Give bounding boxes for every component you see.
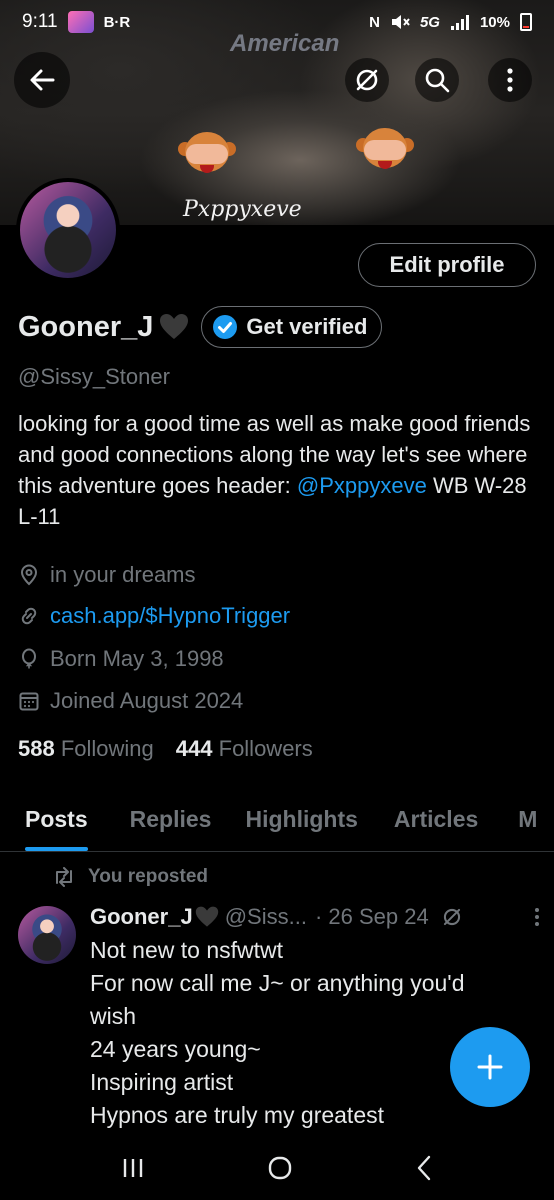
post-author-avatar[interactable] bbox=[18, 906, 76, 964]
profile-handle: @Sissy_Stoner bbox=[18, 364, 170, 389]
home-button[interactable] bbox=[267, 1155, 293, 1181]
get-verified-label: Get verified bbox=[246, 314, 368, 339]
following-link[interactable]: 588 Following bbox=[18, 736, 154, 762]
search-icon bbox=[425, 68, 450, 93]
repost-icon bbox=[56, 867, 72, 887]
profile-avatar[interactable] bbox=[16, 178, 120, 282]
black-heart-icon bbox=[195, 906, 218, 927]
location-pin-icon bbox=[20, 564, 38, 586]
post-line: wish bbox=[90, 1003, 137, 1029]
plus-icon bbox=[477, 1054, 503, 1080]
post-line: Hypnos are truly my greatest bbox=[90, 1102, 385, 1128]
post-text[interactable]: Not new to nsfwtwt For now call me J~ or… bbox=[90, 934, 530, 1132]
repost-indicator: You reposted bbox=[52, 866, 208, 888]
recent-apps-button[interactable] bbox=[121, 1157, 145, 1179]
website-link[interactable]: cash.app/$HypnoTrigger bbox=[50, 603, 290, 629]
compose-post-button[interactable] bbox=[450, 1027, 530, 1107]
post-header: Gooner_J @Siss... · 26 Sep 24 bbox=[90, 904, 540, 930]
search-button[interactable] bbox=[415, 58, 459, 102]
black-heart-icon bbox=[160, 314, 189, 339]
birthday-text: Born May 3, 1998 bbox=[50, 646, 224, 671]
status-bar: 9:11 B·R N 5G 10% bbox=[0, 0, 554, 44]
repost-label: You reposted bbox=[88, 866, 208, 887]
tab-articles[interactable]: Articles bbox=[394, 796, 478, 851]
battery-icon bbox=[520, 13, 532, 31]
verified-badge-icon bbox=[213, 315, 238, 339]
app-notification-icon bbox=[67, 11, 94, 33]
balloon-icon bbox=[22, 648, 36, 669]
grok-icon[interactable] bbox=[441, 906, 463, 928]
post-author-handle[interactable]: @Siss... bbox=[225, 904, 307, 930]
post-line: Not new to nsfwtwt bbox=[90, 937, 284, 963]
arrow-left-icon bbox=[30, 69, 55, 91]
see-no-evil-monkey-icon bbox=[178, 128, 236, 182]
profile-bio: looking for a good time as well as make … bbox=[18, 408, 538, 532]
following-count: 588 bbox=[18, 736, 55, 761]
location-text: in your dreams bbox=[50, 562, 196, 587]
grok-icon bbox=[356, 69, 378, 91]
bio-mention-link[interactable]: @Pxppyxeve bbox=[297, 473, 427, 498]
profile-birthday: Born May 3, 1998 bbox=[18, 646, 224, 672]
joined-text: Joined August 2024 bbox=[50, 688, 244, 713]
status-time: 9:11 bbox=[22, 11, 58, 32]
followers-link[interactable]: 444 Followers bbox=[176, 736, 313, 762]
get-verified-button[interactable]: Get verified bbox=[201, 306, 383, 348]
battery-percent: 10% bbox=[479, 13, 510, 31]
calendar-icon bbox=[19, 692, 39, 711]
see-no-evil-monkey-icon bbox=[356, 124, 414, 178]
followers-label: Followers bbox=[218, 736, 313, 761]
status-app-label: B·R bbox=[103, 13, 131, 31]
nfc-icon: N bbox=[369, 13, 380, 31]
back-button[interactable] bbox=[14, 52, 70, 108]
post-line: For now call me J~ or anything you'd bbox=[90, 970, 465, 996]
grok-button[interactable] bbox=[345, 58, 389, 102]
profile-website[interactable]: cash.app/$HypnoTrigger bbox=[18, 603, 290, 629]
post-author-name[interactable]: Gooner_J bbox=[90, 904, 193, 930]
network-type: 5G bbox=[419, 13, 440, 31]
system-navigation-bar bbox=[0, 1136, 554, 1200]
more-vertical-icon bbox=[507, 68, 513, 92]
system-back-button[interactable] bbox=[415, 1155, 433, 1181]
edit-profile-button[interactable]: Edit profile bbox=[358, 243, 536, 287]
banner-signature: Pxppyxeve bbox=[183, 197, 302, 222]
more-options-button[interactable] bbox=[488, 58, 532, 102]
profile-tabs: Posts Replies Highlights Articles M bbox=[0, 796, 554, 852]
profile-joined: Joined August 2024 bbox=[18, 688, 243, 714]
tab-media[interactable]: M bbox=[518, 796, 537, 851]
post-more-icon[interactable] bbox=[534, 907, 540, 927]
profile-location: in your dreams bbox=[18, 562, 196, 588]
tab-posts[interactable]: Posts bbox=[25, 796, 88, 851]
tab-replies[interactable]: Replies bbox=[130, 796, 212, 851]
post-date[interactable]: · 26 Sep 24 bbox=[315, 904, 429, 930]
link-icon bbox=[21, 607, 37, 625]
followers-count: 444 bbox=[175, 736, 213, 761]
tab-highlights[interactable]: Highlights bbox=[245, 796, 357, 851]
mute-icon bbox=[391, 15, 410, 29]
display-name: Gooner_J bbox=[18, 310, 154, 343]
following-label: Following bbox=[60, 736, 154, 761]
signal-icon bbox=[450, 15, 469, 30]
